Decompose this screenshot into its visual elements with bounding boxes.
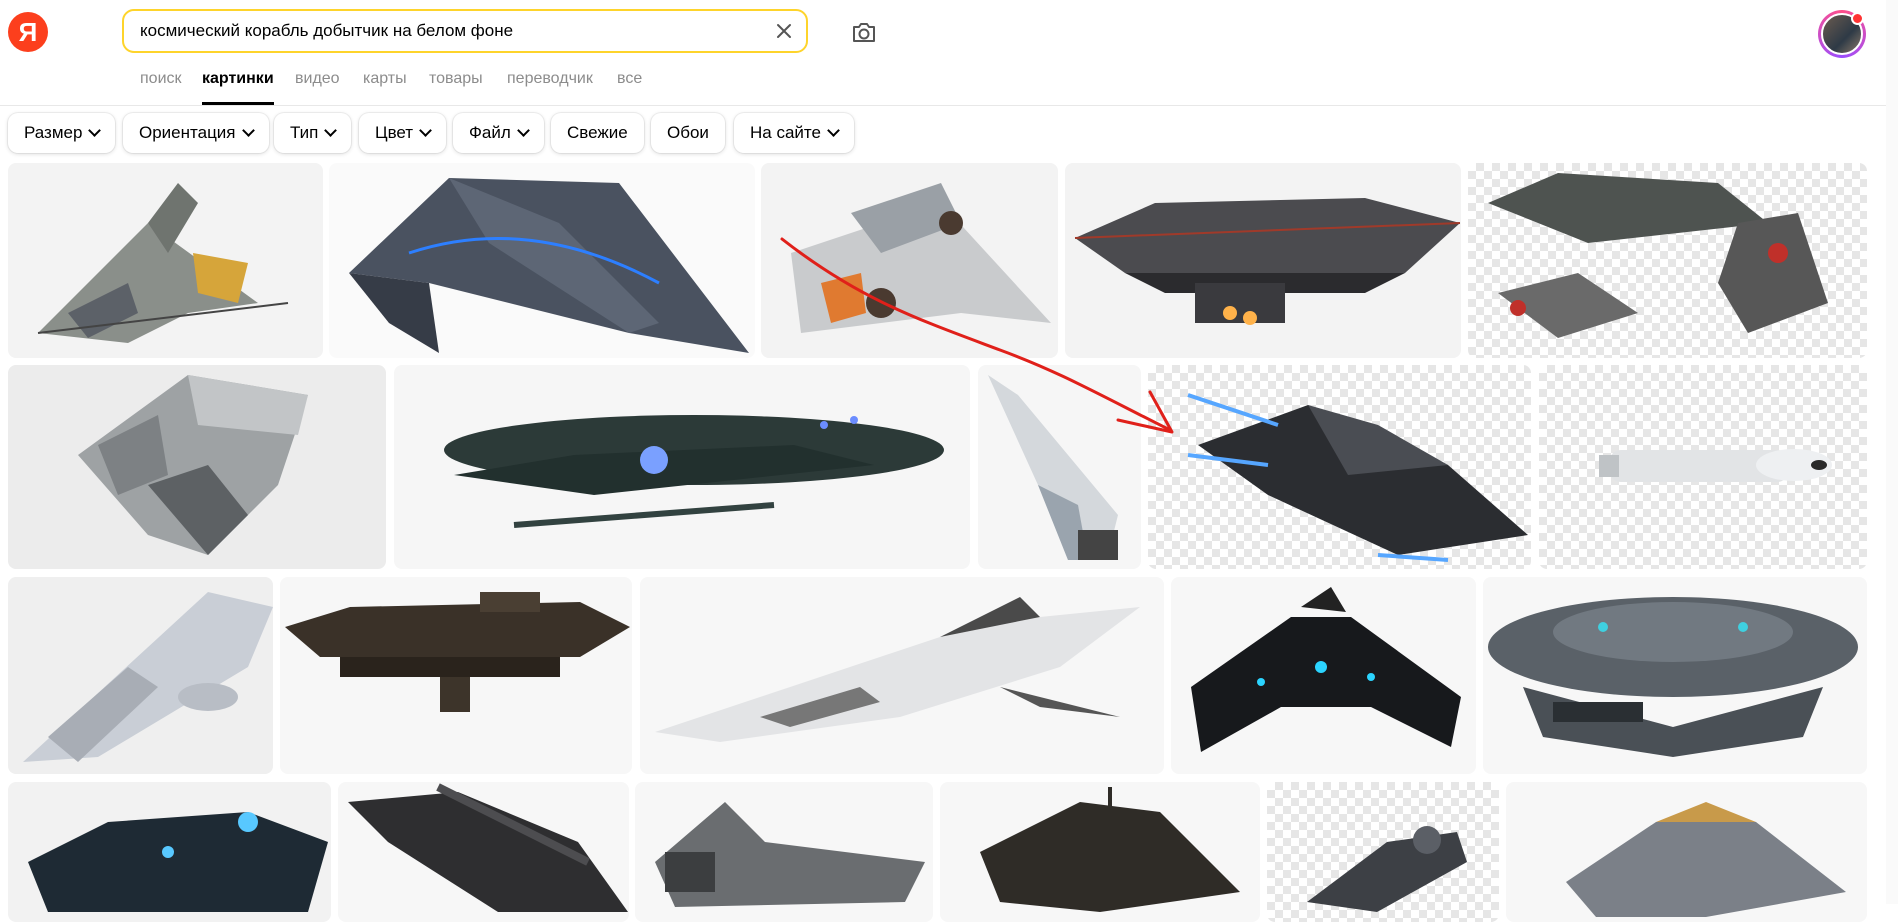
scrollbar[interactable] [1886, 0, 1898, 904]
image-result[interactable] [1148, 365, 1531, 569]
spaceship-thumbnail [444, 415, 944, 528]
filter-label: На сайте [750, 123, 821, 142]
spaceship-thumbnail [1307, 826, 1467, 912]
image-result[interactable] [978, 365, 1141, 569]
image-result[interactable] [280, 577, 632, 774]
chevron-down-icon [324, 124, 338, 137]
camera-search-icon[interactable] [849, 17, 879, 47]
chevron-down-icon [88, 124, 102, 137]
image-result[interactable] [329, 163, 755, 358]
filter-label: Цвет [375, 123, 414, 142]
image-result[interactable] [1065, 163, 1461, 358]
spaceship-thumbnail [23, 592, 273, 762]
close-icon[interactable] [772, 19, 796, 43]
search-box [122, 9, 808, 53]
filter-size[interactable]: Размер [8, 113, 116, 153]
spaceship-thumbnail [655, 597, 1140, 742]
tab-video[interactable]: видео [295, 70, 340, 88]
chevron-down-icon [419, 124, 432, 137]
image-result[interactable] [761, 163, 1058, 358]
image-result[interactable] [1468, 163, 1867, 358]
spaceship-thumbnail [1488, 597, 1858, 757]
filter-on-site[interactable]: На сайте [734, 113, 854, 153]
image-result[interactable] [1171, 577, 1476, 774]
spaceship-thumbnail [28, 812, 328, 912]
spaceship-thumbnail [655, 802, 925, 907]
filter-file[interactable]: Файл [453, 113, 544, 153]
image-result[interactable] [394, 365, 970, 569]
image-result[interactable] [8, 163, 323, 358]
image-result[interactable] [1506, 782, 1867, 922]
image-result[interactable] [1483, 577, 1867, 774]
filter-label: Свежие [567, 123, 628, 142]
spaceship-thumbnail [791, 183, 1051, 333]
chevron-down-icon [516, 124, 530, 137]
tab-translator[interactable]: переводчик [507, 70, 593, 88]
spaceship-thumbnail [1187, 393, 1528, 562]
spaceship-thumbnail [349, 178, 749, 353]
tab-images[interactable]: картинки [202, 70, 274, 105]
image-result[interactable] [1267, 782, 1499, 922]
spaceship-thumbnail [1488, 173, 1828, 338]
spaceship-thumbnail [1599, 449, 1832, 482]
notification-dot [1851, 12, 1864, 25]
yandex-logo[interactable]: Я [8, 12, 48, 52]
filter-fresh[interactable]: Свежие [551, 113, 644, 153]
spaceship-thumbnail [1074, 198, 1461, 325]
tab-search[interactable]: поиск [140, 70, 182, 88]
image-result[interactable] [635, 782, 933, 922]
search-input[interactable] [140, 11, 760, 51]
tab-all[interactable]: все [617, 70, 642, 88]
spaceship-thumbnail [980, 787, 1240, 912]
filter-label: Ориентация [139, 123, 236, 142]
filter-label: Тип [290, 123, 319, 142]
user-avatar[interactable] [1818, 10, 1866, 58]
spaceship-thumbnail [37, 183, 289, 343]
tab-images-label: картинки [202, 70, 274, 87]
spaceship-thumbnail [1191, 587, 1461, 752]
image-result[interactable] [338, 782, 629, 922]
spaceship-thumbnail [988, 375, 1118, 560]
filter-color[interactable]: Цвет [359, 113, 447, 153]
tab-maps[interactable]: карты [363, 70, 407, 88]
image-result[interactable] [640, 577, 1164, 774]
filter-label: Обои [667, 123, 709, 142]
chevron-down-icon [241, 124, 255, 137]
spaceship-thumbnail [78, 375, 308, 555]
tab-products[interactable]: товары [429, 70, 483, 88]
image-result[interactable] [1539, 365, 1867, 569]
spaceship-thumbnail [348, 783, 628, 912]
spaceship-thumbnail [285, 592, 630, 712]
image-result[interactable] [8, 577, 273, 774]
chevron-down-icon [827, 124, 840, 137]
image-result[interactable] [8, 782, 331, 922]
image-result[interactable] [940, 782, 1260, 922]
active-tab-underline [202, 102, 274, 105]
image-result[interactable] [8, 365, 386, 569]
spaceship-thumbnail [1566, 802, 1846, 917]
filter-label: Файл [469, 123, 511, 142]
header: Я поиск картинки видео карты товары пере… [0, 0, 1898, 106]
filter-wallpapers[interactable]: Обои [651, 113, 725, 153]
filter-type[interactable]: Тип [274, 113, 352, 153]
filter-orientation[interactable]: Ориентация [123, 113, 269, 153]
filter-label: Размер [24, 123, 83, 142]
